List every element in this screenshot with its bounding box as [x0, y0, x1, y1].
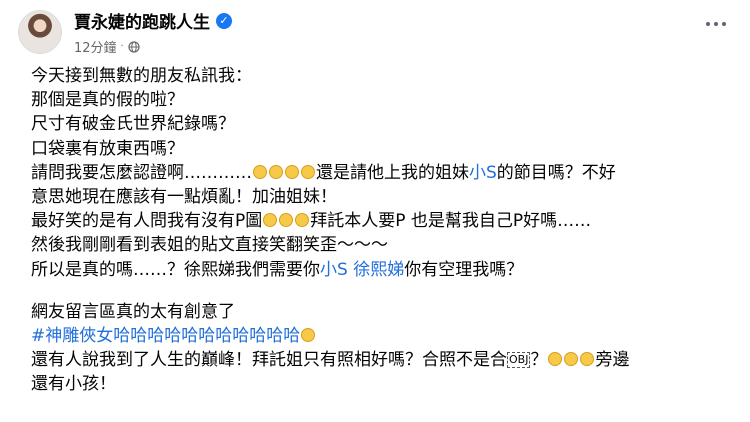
laughing-emoji-icon [269, 164, 283, 179]
globe-icon [128, 40, 140, 53]
post-header: 賈永婕的跑跳人生 ✓ 12分鐘 · [18, 6, 232, 58]
author-name[interactable]: 賈永婕的跑跳人生 [74, 8, 210, 33]
dot-icon [706, 22, 710, 26]
check-badge-icon: ✓ [216, 12, 232, 29]
post-line: #神雕俠女哈哈哈哈哈哈哈哈哈哈哈 [31, 324, 731, 348]
text-segment: 旁邊 [595, 350, 630, 371]
rofl-emoji-icon [263, 213, 278, 228]
post-text: 今天接到無數的朋友私訊我： 那個是真的假的啦？ 尺寸有破金氏世界紀錄嗎？ 口袋裏… [31, 64, 731, 396]
text-segment: 所以是真的嗎……？徐熙娣我們需要你 [31, 259, 320, 280]
timestamp-row: 12分鐘 · [74, 37, 232, 56]
post-line: 最好笑的是有人問我有沒有P圖 拜託本人要P 也是幫我自己P好嗎…… [31, 209, 731, 233]
ellipsis-icon[interactable] [700, 14, 732, 34]
post-line: 還有人說我到了人生的巔峰！拜託姐只有照相好嗎？合照不是合 OBJ？ 旁邊 [31, 348, 731, 372]
separator: · [120, 41, 124, 52]
author-row: 賈永婕的跑跳人生 ✓ [74, 8, 232, 33]
post-line: 今天接到無數的朋友私訊我： [31, 66, 252, 86]
laughing-emoji-icon [253, 164, 267, 179]
post-line: 尺寸有破金氏世界紀錄嗎？ [31, 114, 235, 135]
post-line: 請問我要怎麼認證啊………… 還是請他上我的姐妹小S的節目嗎？不好 [31, 161, 731, 185]
text-segment: ？ [530, 350, 548, 371]
post-meta: 賈永婕的跑跳人生 ✓ 12分鐘 · [74, 8, 232, 56]
post-timestamp[interactable]: 12分鐘 [74, 37, 117, 56]
hashtag-link[interactable]: #神雕俠女哈哈哈哈哈哈哈哈哈哈哈 [31, 326, 300, 346]
post-line: 意思她現在應該有一點煩亂！加油姐妹！ [31, 186, 337, 207]
laughing-emoji-icon [301, 164, 315, 179]
text-segment: 的節目嗎？不好 [496, 162, 616, 183]
laughing-emoji-icon [564, 352, 579, 367]
mention-link[interactable]: 小S [320, 260, 348, 280]
post-line: 所以是真的嗎……？徐熙娣我們需要你小S 徐熙娣你有空理我嗎？ [31, 258, 731, 282]
mention-link[interactable]: 徐熙娣 [353, 260, 404, 280]
post-line: 網友留言區真的太有創意了 [31, 301, 235, 322]
text-segment: 最好笑的是有人問我有沒有P圖 [31, 211, 263, 232]
text-segment: 你有空理我嗎？ [404, 259, 524, 280]
mention-link[interactable]: 小S [469, 163, 497, 183]
object-placeholder: OBJ [507, 352, 531, 369]
laughing-emoji-icon [285, 164, 299, 179]
text-segment: 還是請他上我的姐妹 [316, 162, 469, 183]
laughing-emoji-icon [301, 327, 316, 342]
post-line: 那個是真的假的啦？ [31, 90, 184, 111]
text-segment: 請問我要怎麼認證啊………… [31, 162, 252, 183]
dot-icon [714, 22, 718, 26]
text-segment: 還有人說我到了人生的巔峰！拜託姐只有照相好嗎？合照不是合 [31, 350, 507, 371]
post-line: 然後我剛剛看到表姐的貼文直接笑翻笑歪～～～ [31, 235, 388, 256]
post-line: 還有小孩！ [31, 374, 116, 395]
rofl-emoji-icon [295, 213, 310, 228]
post-line: 口袋裏有放東西嗎？ [31, 138, 184, 159]
laughing-emoji-icon [580, 352, 595, 367]
dot-icon [722, 22, 726, 26]
author-avatar[interactable] [18, 10, 62, 54]
facebook-post: 賈永婕的跑跳人生 ✓ 12分鐘 · 今天接到無數的朋友私訊我： 那個是真的假的啦… [0, 0, 750, 422]
rofl-emoji-icon [279, 213, 294, 228]
text-segment: 拜託本人要P 也是幫我自己P好嗎…… [310, 211, 592, 232]
laughing-emoji-icon [548, 352, 563, 367]
